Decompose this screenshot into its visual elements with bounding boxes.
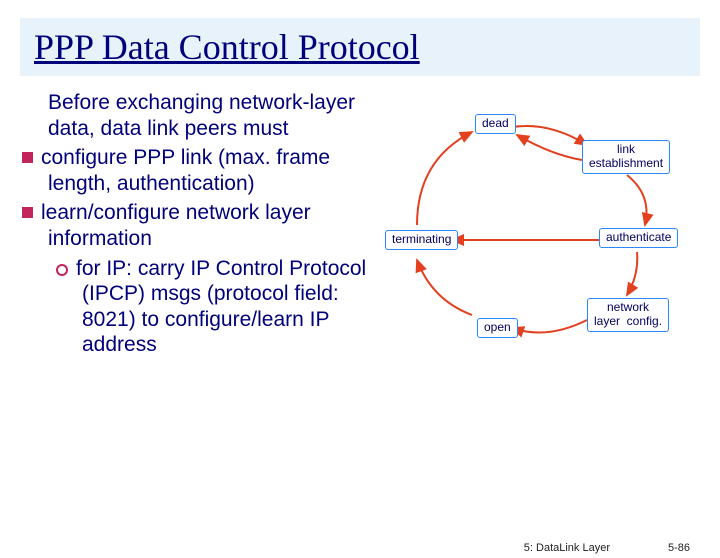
bullet-1-text: configure PPP link (max. frame length, a… [41,146,330,195]
node-link-establishment: linkestablishment [582,140,670,174]
bullet-1: configure PPP link (max. frame length, a… [22,145,367,196]
text-column: Before exchanging network-layer data, da… [22,90,367,380]
circle-bullet-icon [56,264,68,276]
title-bar: PPP Data Control Protocol [20,18,700,76]
subbullet-1-text: for IP: carry IP Control Protocol (IPCP)… [76,257,366,357]
bullet-2: learn/configure network layer informatio… [22,200,367,251]
node-network-layer-config: networklayer config. [587,298,669,332]
node-terminating: terminating [385,230,458,250]
square-bullet-icon [22,207,33,218]
footer-section: 5: DataLink Layer [524,542,610,554]
slide-title: PPP Data Control Protocol [34,26,686,68]
node-dead: dead [475,114,516,134]
bullet-2-text: learn/configure network layer informatio… [41,201,311,250]
intro-text: Before exchanging network-layer data, da… [22,90,367,141]
content-row: Before exchanging network-layer data, da… [22,90,700,380]
node-authenticate: authenticate [599,228,678,248]
footer-page: 5-86 [668,542,690,554]
square-bullet-icon [22,152,33,163]
state-diagram: dead linkestablishment authenticate netw… [377,100,677,380]
node-open: open [477,318,518,338]
subbullet-1: for IP: carry IP Control Protocol (IPCP)… [22,256,367,358]
